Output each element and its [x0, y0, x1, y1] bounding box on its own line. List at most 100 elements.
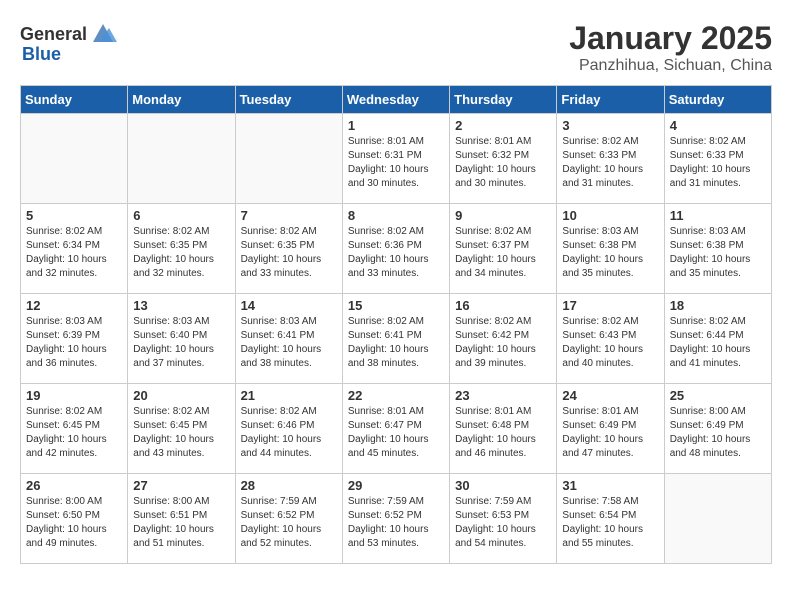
day-number: 15 [348, 298, 444, 313]
day-cell: 14Sunrise: 8:03 AMSunset: 6:41 PMDayligh… [235, 294, 342, 384]
day-cell [664, 474, 771, 564]
day-info: Sunrise: 8:02 AMSunset: 6:45 PMDaylight:… [26, 405, 122, 461]
day-info: Sunrise: 8:02 AMSunset: 6:35 PMDaylight:… [133, 225, 229, 281]
week-row-3: 12 Sunrise: 8:03 AMSunset: 6:39 PMDayligh… [21, 294, 772, 384]
day-number: 16 [455, 298, 551, 313]
day-cell: 10Sunrise: 8:03 AMSunset: 6:38 PMDayligh… [557, 204, 664, 294]
day-number: 29 [348, 478, 444, 493]
day-number: 3 [562, 118, 658, 133]
day-number: 20 [133, 388, 229, 403]
calendar-table: SundayMondayTuesdayWednesdayThursdayFrid… [20, 85, 772, 564]
day-cell: 1 Sunrise: 8:01 AMSunset: 6:31 PMDaylight… [342, 114, 449, 204]
day-number: 19 [26, 388, 122, 403]
day-number: 24 [562, 388, 658, 403]
day-cell: 8 Sunrise: 8:02 AMSunset: 6:36 PMDaylight… [342, 204, 449, 294]
day-cell: 26 Sunrise: 8:00 AMSunset: 6:50 PMDayligh… [21, 474, 128, 564]
day-info: Sunrise: 8:02 AMSunset: 6:33 PMDaylight:… [670, 135, 766, 191]
day-cell: 15 Sunrise: 8:02 AMSunset: 6:41 PMDayligh… [342, 294, 449, 384]
weekday-thursday: Thursday [450, 86, 557, 114]
day-cell: 12 Sunrise: 8:03 AMSunset: 6:39 PMDayligh… [21, 294, 128, 384]
week-row-5: 26 Sunrise: 8:00 AMSunset: 6:50 PMDayligh… [21, 474, 772, 564]
day-cell: 3Sunrise: 8:02 AMSunset: 6:33 PMDaylight… [557, 114, 664, 204]
page-header: General Blue January 2025 Panzhihua, Sic… [20, 20, 772, 75]
day-info: Sunrise: 8:01 AMSunset: 6:31 PMDaylight:… [348, 135, 444, 191]
weekday-monday: Monday [128, 86, 235, 114]
day-number: 21 [241, 388, 337, 403]
day-info: Sunrise: 8:00 AMSunset: 6:51 PMDaylight:… [133, 495, 229, 551]
weekday-saturday: Saturday [664, 86, 771, 114]
day-info: Sunrise: 8:02 AMSunset: 6:35 PMDaylight:… [241, 225, 337, 281]
day-number: 27 [133, 478, 229, 493]
day-number: 23 [455, 388, 551, 403]
day-number: 30 [455, 478, 551, 493]
day-info: Sunrise: 7:59 AMSunset: 6:52 PMDaylight:… [348, 495, 444, 551]
day-cell: 16 Sunrise: 8:02 AMSunset: 6:42 PMDayligh… [450, 294, 557, 384]
day-info: Sunrise: 8:02 AMSunset: 6:44 PMDaylight:… [670, 315, 766, 371]
day-cell: 18Sunrise: 8:02 AMSunset: 6:44 PMDayligh… [664, 294, 771, 384]
logo: General Blue [20, 20, 117, 65]
weekday-header-row: SundayMondayTuesdayWednesdayThursdayFrid… [21, 86, 772, 114]
day-cell: 29 Sunrise: 7:59 AMSunset: 6:52 PMDayligh… [342, 474, 449, 564]
day-number: 31 [562, 478, 658, 493]
day-number: 17 [562, 298, 658, 313]
day-cell: 24 Sunrise: 8:01 AMSunset: 6:49 PMDayligh… [557, 384, 664, 474]
day-cell [128, 114, 235, 204]
calendar-title: January 2025 [569, 20, 772, 57]
day-info: Sunrise: 7:58 AMSunset: 6:54 PMDaylight:… [562, 495, 658, 551]
day-info: Sunrise: 8:02 AMSunset: 6:37 PMDaylight:… [455, 225, 551, 281]
day-info: Sunrise: 8:03 AMSunset: 6:38 PMDaylight:… [670, 225, 766, 281]
day-number: 26 [26, 478, 122, 493]
day-number: 1 [348, 118, 444, 133]
day-number: 28 [241, 478, 337, 493]
day-cell: 21 Sunrise: 8:02 AMSunset: 6:46 PMDayligh… [235, 384, 342, 474]
day-number: 10 [562, 208, 658, 223]
day-number: 7 [241, 208, 337, 223]
weekday-friday: Friday [557, 86, 664, 114]
day-cell: 9 Sunrise: 8:02 AMSunset: 6:37 PMDaylight… [450, 204, 557, 294]
week-row-4: 19 Sunrise: 8:02 AMSunset: 6:45 PMDayligh… [21, 384, 772, 474]
day-info: Sunrise: 7:59 AMSunset: 6:53 PMDaylight:… [455, 495, 551, 551]
logo-blue: Blue [22, 44, 61, 65]
day-cell: 25Sunrise: 8:00 AMSunset: 6:49 PMDayligh… [664, 384, 771, 474]
day-number: 13 [133, 298, 229, 313]
day-cell: 23 Sunrise: 8:01 AMSunset: 6:48 PMDayligh… [450, 384, 557, 474]
day-info: Sunrise: 8:02 AMSunset: 6:46 PMDaylight:… [241, 405, 337, 461]
day-cell: 31 Sunrise: 7:58 AMSunset: 6:54 PMDayligh… [557, 474, 664, 564]
day-info: Sunrise: 8:00 AMSunset: 6:50 PMDaylight:… [26, 495, 122, 551]
day-cell: 17 Sunrise: 8:02 AMSunset: 6:43 PMDayligh… [557, 294, 664, 384]
logo-general: General [20, 24, 87, 45]
day-number: 4 [670, 118, 766, 133]
day-info: Sunrise: 8:01 AMSunset: 6:49 PMDaylight:… [562, 405, 658, 461]
day-number: 12 [26, 298, 122, 313]
day-cell: 30 Sunrise: 7:59 AMSunset: 6:53 PMDayligh… [450, 474, 557, 564]
day-cell: 6 Sunrise: 8:02 AMSunset: 6:35 PMDaylight… [128, 204, 235, 294]
day-info: Sunrise: 8:02 AMSunset: 6:41 PMDaylight:… [348, 315, 444, 371]
weekday-wednesday: Wednesday [342, 86, 449, 114]
day-info: Sunrise: 8:02 AMSunset: 6:43 PMDaylight:… [562, 315, 658, 371]
day-cell: 22Sunrise: 8:01 AMSunset: 6:47 PMDayligh… [342, 384, 449, 474]
day-info: Sunrise: 8:02 AMSunset: 6:45 PMDaylight:… [133, 405, 229, 461]
day-cell: 20 Sunrise: 8:02 AMSunset: 6:45 PMDayligh… [128, 384, 235, 474]
day-number: 8 [348, 208, 444, 223]
weekday-sunday: Sunday [21, 86, 128, 114]
day-info: Sunrise: 8:03 AMSunset: 6:39 PMDaylight:… [26, 315, 122, 371]
day-number: 11 [670, 208, 766, 223]
day-info: Sunrise: 8:01 AMSunset: 6:47 PMDaylight:… [348, 405, 444, 461]
day-cell: 2 Sunrise: 8:01 AMSunset: 6:32 PMDaylight… [450, 114, 557, 204]
day-cell [235, 114, 342, 204]
day-number: 9 [455, 208, 551, 223]
day-info: Sunrise: 7:59 AMSunset: 6:52 PMDaylight:… [241, 495, 337, 551]
day-info: Sunrise: 8:01 AMSunset: 6:32 PMDaylight:… [455, 135, 551, 191]
day-number: 14 [241, 298, 337, 313]
day-info: Sunrise: 8:01 AMSunset: 6:48 PMDaylight:… [455, 405, 551, 461]
day-cell: 19 Sunrise: 8:02 AMSunset: 6:45 PMDayligh… [21, 384, 128, 474]
day-number: 2 [455, 118, 551, 133]
week-row-2: 5Sunrise: 8:02 AMSunset: 6:34 PMDaylight… [21, 204, 772, 294]
calendar-subtitle: Panzhihua, Sichuan, China [569, 57, 772, 75]
title-block: January 2025 Panzhihua, Sichuan, China [569, 20, 772, 75]
day-number: 6 [133, 208, 229, 223]
day-cell: 4 Sunrise: 8:02 AMSunset: 6:33 PMDaylight… [664, 114, 771, 204]
day-info: Sunrise: 8:02 AMSunset: 6:36 PMDaylight:… [348, 225, 444, 281]
day-info: Sunrise: 8:02 AMSunset: 6:42 PMDaylight:… [455, 315, 551, 371]
day-cell [21, 114, 128, 204]
